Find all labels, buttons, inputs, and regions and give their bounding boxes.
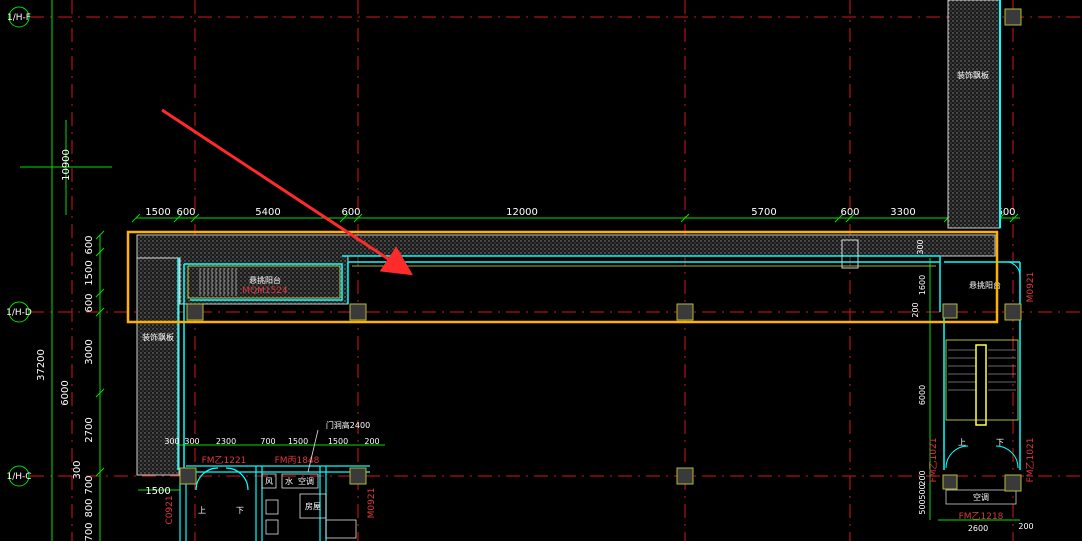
- axis-label-mid: 1/H-D: [6, 308, 32, 318]
- door-tag-fm-right2: FM乙1021: [1025, 438, 1036, 483]
- dim-overall-vertical: 37200: [36, 349, 47, 381]
- dim-label: 200: [1018, 522, 1033, 531]
- lower-left-rooms: [179, 465, 370, 541]
- aircon-bottom-label: 空调: [973, 492, 989, 502]
- dim-label: 2600: [968, 524, 988, 533]
- dim-label: 300: [184, 437, 199, 446]
- dim-label: 700: [84, 522, 95, 541]
- door-tag-m0921-right: M0921: [1026, 272, 1036, 303]
- dim-label: 1500: [328, 437, 348, 446]
- wind-shaft-label: 风: [265, 477, 273, 486]
- dim-label: 800: [84, 498, 95, 517]
- dim-label: 300: [72, 460, 83, 479]
- dim-label: 600: [176, 207, 195, 218]
- stair-treads: [948, 349, 1016, 391]
- axis-label-lower: 1/H-C: [6, 472, 31, 482]
- dim-label: 1500: [288, 437, 308, 446]
- dim-label: 700: [84, 475, 95, 494]
- stair-outline: [945, 339, 1019, 421]
- door-tag-fm-left: FM乙1221: [202, 455, 247, 466]
- shaft-label: 房屋: [305, 501, 321, 511]
- dim-label: 2700: [84, 417, 95, 442]
- cad-floor-plan-canvas: 1/H-F 1/H-D 1/H-C 37200 10900 1500 600 5…: [6, 0, 1082, 541]
- stair-left-down-label: 下: [236, 506, 244, 515]
- left-dimension-labels: 600 1500 600 3000 6000 2700 300 700 800 …: [60, 235, 95, 541]
- dim-label: 2300: [216, 437, 236, 446]
- dim-label: 5400: [255, 207, 280, 218]
- dim-label: 200: [911, 302, 920, 317]
- stair-left-up-label: 上: [198, 506, 206, 515]
- door-tag-fm-right1: FM乙1021: [928, 438, 939, 483]
- door-tag-m0921-left: M0921: [367, 488, 377, 519]
- dim-label: 12000: [506, 207, 538, 218]
- dim-label: 1500: [145, 486, 170, 497]
- door-tag-c0921: C0921: [165, 495, 175, 524]
- dim-label: 6000: [60, 380, 71, 405]
- door-frame-note: 门洞高2400: [326, 420, 370, 430]
- door-tag-fm-bottom: FM乙1218: [959, 511, 1004, 522]
- dim-side-vertical: 10900: [61, 149, 72, 181]
- axis-bubble-lower: 1/H-C: [6, 465, 32, 487]
- balcony-left-label: 悬挑阳台: [249, 275, 281, 285]
- deco-panel-left-label: 装饰飘板: [142, 332, 174, 342]
- dim-label: 3300: [890, 207, 915, 218]
- dim-label: 600: [341, 207, 360, 218]
- stair-handrail: [975, 344, 987, 426]
- dim-label: 600: [840, 207, 859, 218]
- aircon-small-label: 空调: [298, 476, 314, 486]
- dim-label: 300: [916, 239, 925, 254]
- top-dimension-labels: 1500 600 5400 600 12000 5700 600 3300 18…: [145, 207, 1015, 218]
- dim-label: 700: [260, 437, 275, 446]
- axis-bubble-top: 1/H-F: [7, 6, 31, 28]
- dim-label: 600: [84, 293, 95, 312]
- dim-label: 1600: [918, 275, 927, 295]
- deco-panel-top-label: 装饰飘板: [957, 70, 989, 80]
- door-tag-fm-mid: FM丙1848: [275, 455, 320, 466]
- dim-label: 300: [164, 437, 179, 446]
- dim-label: 600: [84, 235, 95, 254]
- dim-label: 3000: [84, 339, 95, 364]
- stair-up-label: 上: [958, 438, 966, 447]
- dim-label: 500: [918, 484, 927, 499]
- dim-label: 200: [364, 437, 379, 446]
- dim-label: 6000: [918, 385, 927, 405]
- axis-bubble-mid: 1/H-D: [6, 301, 32, 323]
- door-tag-mqm: MQM1524: [242, 286, 288, 296]
- water-shaft-label: 水: [285, 476, 293, 486]
- dim-label: 1500: [145, 207, 170, 218]
- deco-panel-top-right: [947, 0, 1001, 229]
- dim-label: 1500: [84, 260, 95, 285]
- dim-label: 5700: [751, 207, 776, 218]
- dim-label: 500: [918, 499, 927, 514]
- dim-label: 200: [918, 470, 927, 485]
- axis-label-top: 1/H-F: [7, 13, 31, 23]
